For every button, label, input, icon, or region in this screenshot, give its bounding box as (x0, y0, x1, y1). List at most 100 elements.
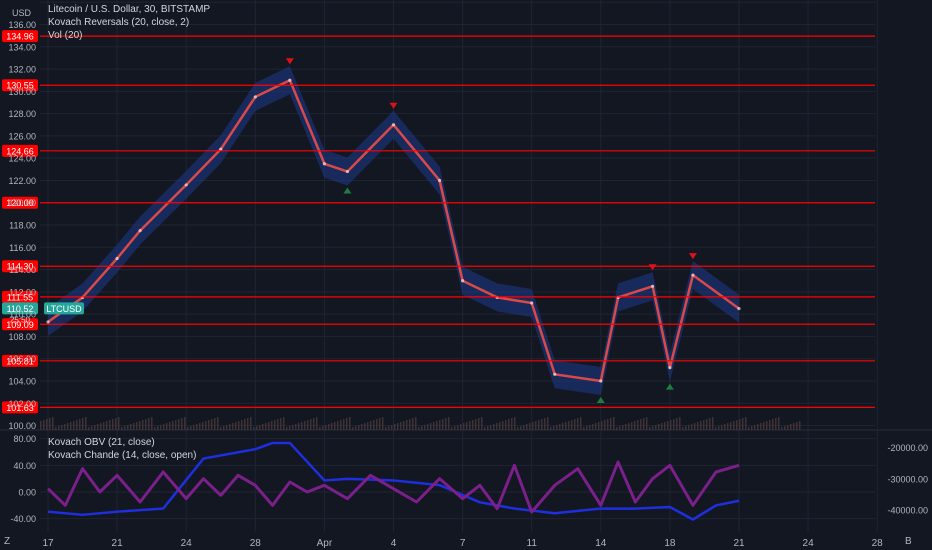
volume-bar (787, 425, 789, 430)
volume-bar (217, 417, 219, 430)
volume-bar (676, 418, 678, 430)
volume-bar (736, 420, 738, 430)
volume-bar (145, 419, 147, 430)
volume-bar (586, 426, 588, 430)
volume-bar (229, 424, 231, 430)
volume-bar (631, 422, 633, 430)
volume-bar (733, 421, 735, 430)
volume-bar (610, 418, 612, 430)
volume-bar (337, 421, 339, 430)
y-tick-label: 110.00 (9, 310, 36, 320)
volume-bar (793, 423, 795, 430)
x-tick-label: 17 (42, 538, 54, 549)
x-tick-label: 11 (527, 538, 538, 549)
volume-bar (439, 420, 441, 430)
volume-bar (289, 426, 291, 430)
price-point (184, 183, 188, 187)
volume-bar (190, 426, 192, 430)
volume-bar (523, 425, 525, 430)
volume-bar (169, 422, 171, 430)
volume-bar (277, 419, 279, 430)
volume-bar (184, 417, 186, 430)
volume-bar (124, 426, 126, 430)
volume-bar (574, 419, 576, 430)
volume-bar (550, 427, 552, 430)
scale-button[interactable]: B (905, 536, 912, 547)
volume-bar (505, 420, 507, 430)
volume-bar (106, 421, 108, 430)
volume-bar (433, 422, 435, 430)
volume-bar (724, 424, 726, 430)
price-point (345, 169, 350, 174)
volume-bar (484, 427, 486, 430)
volume-bar (685, 426, 687, 430)
volume-bar (331, 423, 333, 430)
price-point (691, 273, 695, 277)
price-point (668, 366, 672, 370)
price-point (138, 228, 142, 233)
volume-bar (319, 427, 321, 430)
chart-title: Litecoin / U.S. Dollar, 30, BITSTAMP (48, 4, 211, 15)
volume-bar (508, 419, 510, 430)
volume-bar (133, 423, 135, 430)
volume-bar (202, 422, 204, 430)
chart-canvas[interactable]: 134.96130.55124.66120.00114.30111.55109.… (0, 0, 932, 550)
volume-bar (670, 420, 672, 430)
volume-bar (121, 427, 123, 430)
x-tick-label: 24 (803, 538, 815, 549)
volume-bar (463, 423, 465, 430)
volume-bar (409, 419, 411, 430)
volume-bar (757, 424, 759, 430)
volume-bar (64, 424, 66, 430)
legend-kovach-chande: Kovach Chande (14, close, open) (48, 450, 197, 461)
bullish-reversal-marker (596, 396, 605, 403)
volume-bar (175, 420, 177, 430)
volume-bar (577, 418, 579, 430)
volume-bar (583, 427, 585, 430)
volume-bar (532, 422, 534, 430)
volume-bar (628, 423, 630, 430)
x-tick-label: 7 (460, 538, 466, 549)
volume-bar (166, 423, 168, 430)
volume-bar (154, 427, 156, 430)
y-tick-label: 132.00 (8, 65, 36, 75)
x-tick-label: 4 (391, 538, 397, 549)
volume-bar (766, 421, 768, 430)
volume-bar (220, 427, 222, 430)
volume-bar (181, 418, 183, 430)
lower-right-tick: -40000.00 (887, 506, 928, 516)
volume-bar (271, 421, 273, 430)
volume-bar (253, 427, 255, 430)
volume-bar (340, 420, 342, 430)
volume-bar (67, 423, 69, 430)
volume-bar (127, 425, 129, 430)
volume-bar (769, 420, 771, 430)
volume-bar (160, 425, 162, 430)
volume-bar (61, 425, 63, 430)
volume-bar (739, 419, 741, 430)
volume-bar (130, 424, 132, 430)
volume-bar (223, 426, 225, 430)
volume-bar (241, 420, 243, 430)
price-point (530, 301, 534, 305)
legend-volume: Vol (20) (48, 30, 83, 41)
volume-bar (565, 422, 567, 430)
volume-bar (403, 421, 405, 430)
volume-bar (142, 420, 144, 430)
volume-bar (571, 420, 573, 430)
volume-bar (538, 420, 540, 430)
x-tick-label: 28 (250, 538, 262, 549)
volume-bar (625, 424, 627, 430)
volume-bar (199, 423, 201, 430)
volume-bar (592, 424, 594, 430)
price-point (737, 306, 741, 311)
x-tick-label: Apr (317, 538, 333, 549)
volume-bar (493, 424, 495, 430)
legend-kovach-obv: Kovach OBV (21, close) (48, 437, 155, 448)
timezone-button[interactable]: Z (4, 536, 10, 547)
volume-bar (46, 419, 48, 430)
volume-bar (103, 422, 105, 430)
bearish-reversal-marker (688, 253, 697, 260)
volume-bar (760, 423, 762, 430)
volume-bar (55, 427, 57, 430)
